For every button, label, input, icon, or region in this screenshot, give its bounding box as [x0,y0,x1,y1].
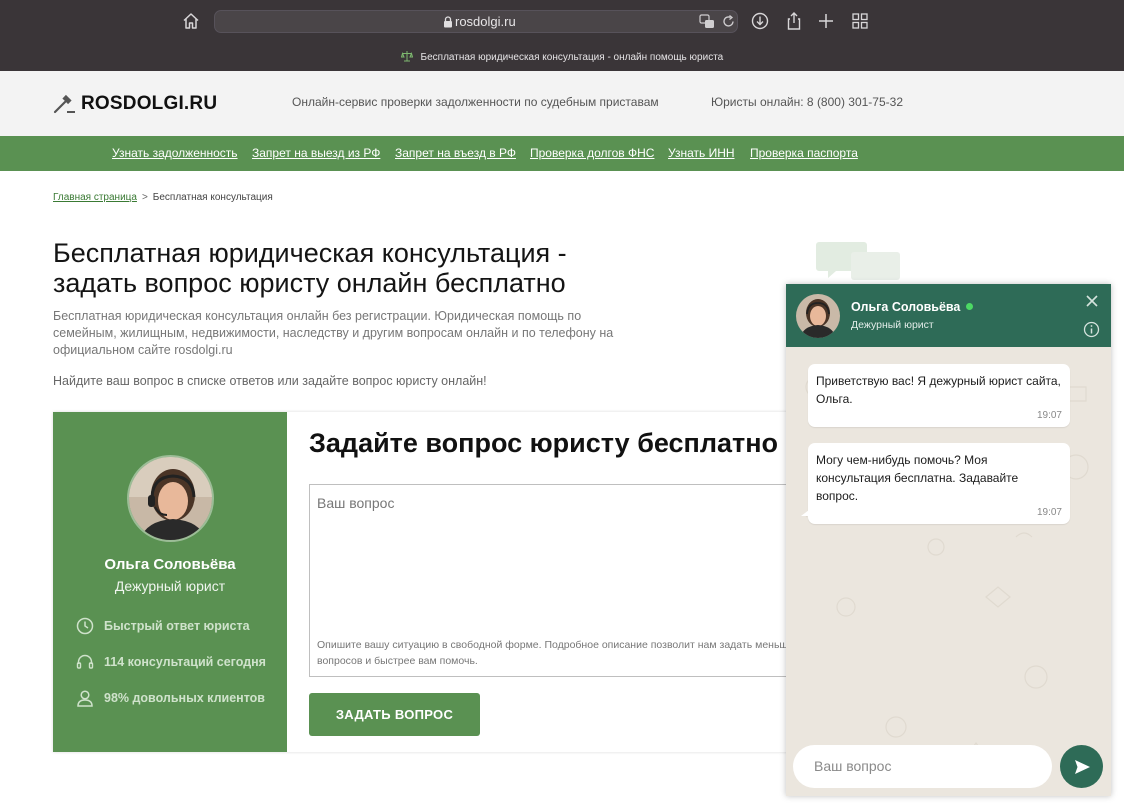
close-icon[interactable] [1084,293,1100,309]
chat-message-text: Могу чем-нибудь помочь? Моя консультация… [816,453,1019,503]
download-icon[interactable] [750,11,770,31]
chat-message-time: 19:07 [1036,507,1062,518]
chat-header: Ольга Соловьёва Дежурный юрист [786,284,1111,347]
feature-consultations: 114 консультаций сегодня [75,652,266,672]
feature-label: 114 консультаций сегодня [104,655,266,669]
lock-icon [444,16,452,28]
send-button[interactable] [1060,745,1103,788]
site-logo[interactable]: ROSDOLGI.RU [53,93,217,115]
feature-satisfied-clients: 98% довольных клиентов [75,688,265,708]
url-text: rosdolgi.ru [455,14,516,29]
gavel-icon [53,94,75,114]
form-title: Задайте вопрос юристу бесплатно [309,428,779,458]
lawyer-role: Дежурный юрист [114,578,226,594]
browser-toolbar: rosdolgi.ru Бесплатная юридическая консу… [0,0,1124,71]
new-tab-icon[interactable] [816,11,836,31]
info-icon[interactable] [1083,321,1100,338]
lawyer-avatar [127,455,214,542]
breadcrumb: Главная страница > Бесплатная консультация [53,192,273,203]
tabs-overview-icon[interactable] [850,11,870,31]
scales-icon [400,51,413,62]
intro-text: Бесплатная юридическая консультация онла… [53,309,614,357]
nav-item-fns-debts[interactable]: Проверка долгов ФНС [530,146,654,160]
chat-message: Приветствую вас! Я дежурный юрист сайта,… [808,364,1070,427]
lawyer-name: Ольга Соловьёва [104,556,236,573]
share-icon[interactable] [784,11,804,31]
chat-agent-name: Ольга Соловьёва [851,300,974,314]
translate-icon[interactable] [699,14,715,29]
nav-item-entry-ban[interactable]: Запрет на въезд в РФ [395,146,516,160]
header-phone[interactable]: Юристы онлайн: 8 (800) 301-75-32 [711,95,903,109]
header-tagline: Онлайн-сервис проверки задолженности по … [292,95,659,109]
logo-text: ROSDOLGI.RU [81,93,218,114]
headset-icon [76,654,94,669]
reload-icon[interactable] [721,14,736,29]
chat-agent-name-text: Ольга Соловьёва [851,300,961,314]
lawyer-panel: Ольга Соловьёва Дежурный юрист Быстрый о… [53,412,287,752]
breadcrumb-separator: > [141,192,148,203]
message-tail [801,510,809,516]
nav-item-exit-ban[interactable]: Запрет на выезд из РФ [252,146,380,160]
chat-message-input[interactable]: Ваш вопрос [793,745,1052,788]
address-bar[interactable]: rosdolgi.ru [214,10,738,33]
chat-message-time: 19:07 [1036,410,1062,421]
breadcrumb-current: Бесплатная консультация [152,192,273,203]
chat-message-text: Приветствую вас! Я дежурный юрист сайта,… [816,374,1061,406]
question-textarea[interactable]: Ваш вопрос Опишите вашу ситуацию в свобо… [309,484,813,677]
chat-input-placeholder: Ваш вопрос [814,758,892,774]
chat-agent-role: Дежурный юрист [851,319,934,331]
online-status-dot [966,303,974,310]
chat-avatar [796,294,840,338]
chat-widget: Ольга Соловьёва Дежурный юрист Приветств… [786,284,1111,796]
home-icon[interactable] [181,11,201,31]
clock-icon [76,617,94,635]
nav-item-inn[interactable]: Узнать ИНН [668,146,735,160]
nav-item-debt-check[interactable]: Узнать задолженность [112,146,238,160]
question-placeholder: Ваш вопрос [317,495,395,511]
send-icon [1075,760,1090,774]
question-card: Ольга Соловьёва Дежурный юрист Быстрый о… [53,412,813,752]
nav-item-passport-check[interactable]: Проверка паспорта [750,146,858,160]
question-description: Опишите вашу ситуацию в свободной форме.… [317,639,794,667]
feature-label: Быстрый ответ юриста [104,619,250,633]
main-nav: Узнать задолженность Запрет на выезд из … [0,136,1124,171]
hint-text: Найдите ваш вопрос в списке ответов или … [53,374,487,388]
tab-title-text: Бесплатная юридическая консультация - он… [420,52,724,63]
chat-message: Могу чем-нибудь помочь? Моя консультация… [801,443,1070,524]
feature-label: 98% довольных клиентов [104,691,265,705]
ask-question-button[interactable]: ЗАДАТЬ ВОПРОС [309,693,480,736]
question-form: Задайте вопрос юристу бесплатно Ваш вопр… [287,412,813,752]
browser-tab[interactable]: Бесплатная юридическая консультация - он… [0,50,1124,63]
user-icon [77,690,93,707]
site-header: ROSDOLGI.RU Онлайн-сервис проверки задол… [0,71,1124,136]
chat-bubbles-icon [816,242,900,280]
breadcrumb-home-link[interactable]: Главная страница [53,192,137,203]
page-title: Бесплатная юридическая консультация - за… [53,238,567,298]
feature-fast-answer: Быстрый ответ юриста [75,616,250,636]
